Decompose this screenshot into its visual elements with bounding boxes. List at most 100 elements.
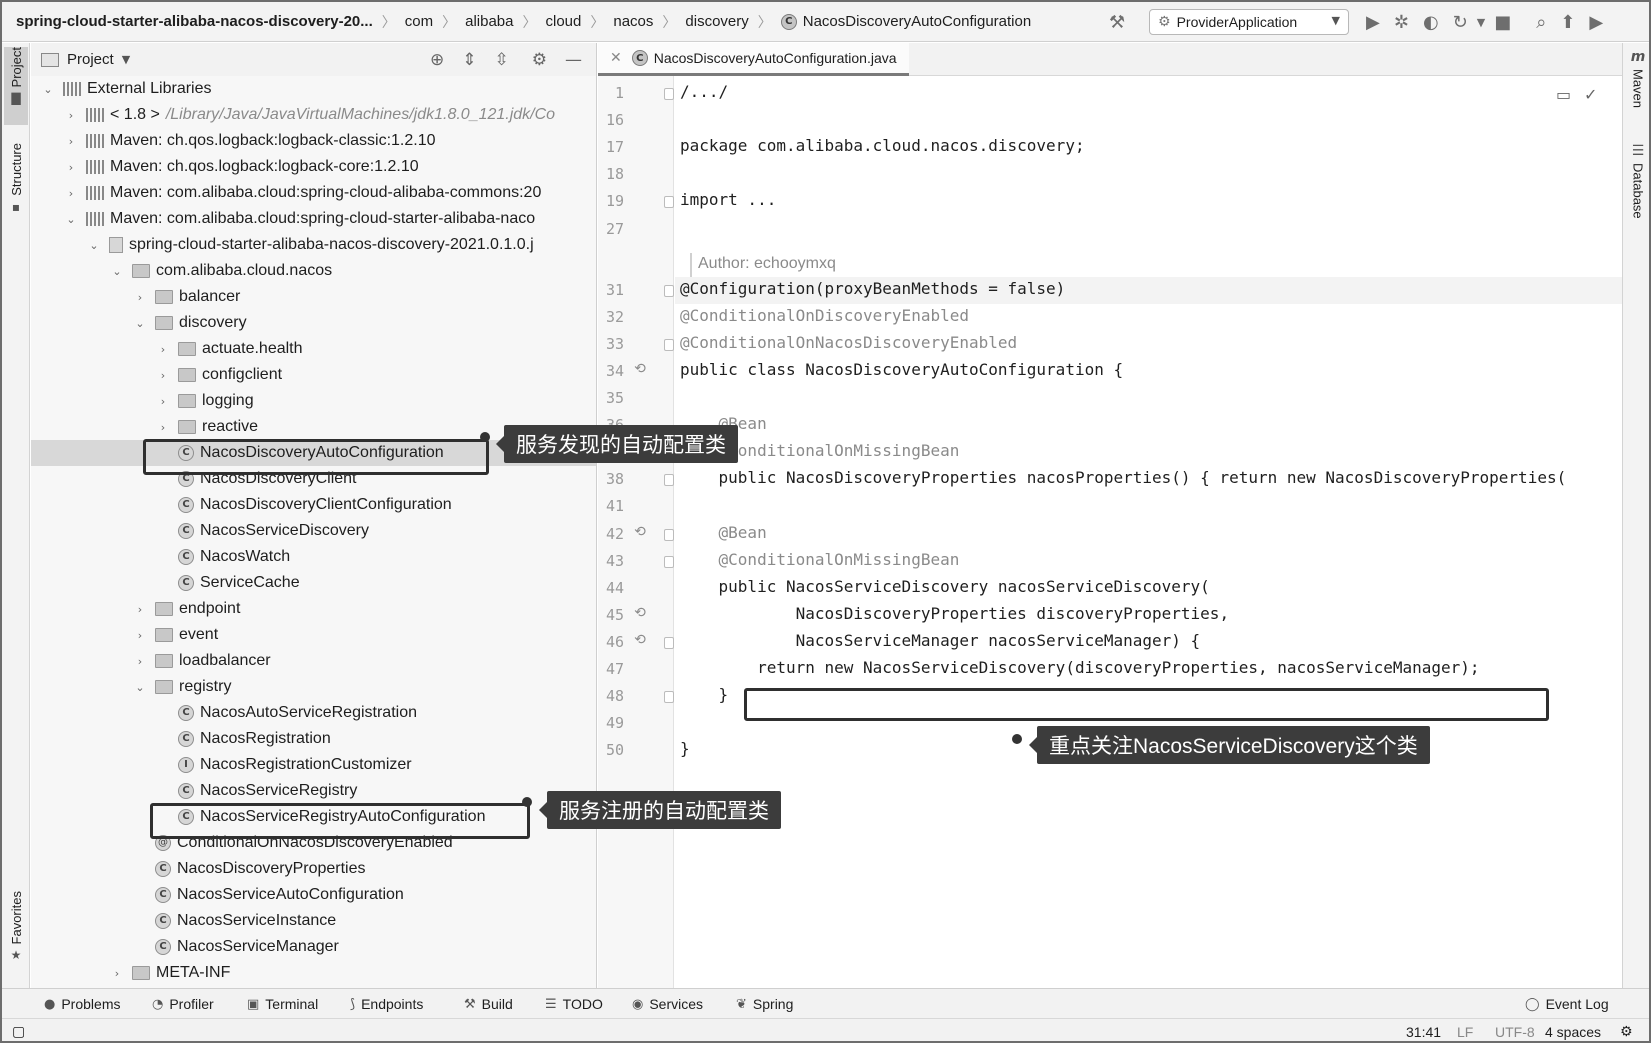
tree-item[interactable]: ›CNacosWatch — [31, 544, 596, 570]
layout-icon[interactable]: ▢ — [12, 1019, 25, 1041]
tree-item[interactable]: ⌄ com.alibaba.cloud.nacos — [31, 258, 596, 284]
code-line[interactable]: NacosServiceManager nacosServiceManager)… — [680, 631, 1201, 650]
run-configuration-select[interactable]: ⚙ ProviderApplication ▼ — [1149, 9, 1349, 35]
close-icon[interactable]: ✕ — [610, 50, 622, 66]
indent-setting[interactable]: 4 spaces — [1545, 1019, 1601, 1041]
tool-build[interactable]: ⚒ Build — [464, 989, 513, 1019]
chevron-right-icon[interactable]: › — [64, 135, 78, 148]
tree-item[interactable]: ›CNacosRegistration — [31, 726, 596, 752]
bean-gutter-icon[interactable]: ⟲ — [630, 524, 650, 540]
tree-item[interactable]: › actuate.health — [31, 336, 596, 362]
breadcrumb-item-nacos[interactable]: nacos — [613, 13, 653, 30]
tree-item[interactable]: › META-INF — [31, 960, 596, 986]
minimize-icon[interactable]: — — [565, 50, 582, 70]
breadcrumb-item-cloud[interactable]: cloud — [546, 13, 582, 30]
tree-item[interactable]: ›CNacosServiceDiscovery — [31, 518, 596, 544]
tab-project[interactable]: Project ▇ — [4, 47, 28, 125]
bean-gutter-icon[interactable]: ⟲ — [630, 361, 650, 377]
breadcrumb-item-class[interactable]: NacosDiscoveryAutoConfiguration — [803, 13, 1031, 30]
fold-icon[interactable] — [664, 88, 674, 100]
tool-services[interactable]: ◉ Services — [632, 989, 703, 1019]
breadcrumb-item-alibaba[interactable]: alibaba — [465, 13, 513, 30]
update-icon[interactable]: ⬆ — [1560, 12, 1575, 33]
file-encoding[interactable]: UTF-8 — [1495, 1019, 1535, 1041]
caret-position[interactable]: 31:41 — [1406, 1019, 1441, 1041]
tab-maven[interactable]: m Maven — [1626, 49, 1649, 119]
dropdown-icon[interactable]: ▼ — [1477, 16, 1485, 29]
code-line[interactable]: NacosDiscoveryProperties discoveryProper… — [680, 604, 1229, 623]
code-line[interactable]: import ... — [680, 190, 776, 209]
tab-editor-file[interactable]: ✕ C NacosDiscoveryAutoConfiguration.java — [598, 43, 909, 76]
fold-icon[interactable] — [664, 636, 674, 649]
tree-item[interactable]: ›CServiceCache — [31, 570, 596, 596]
code-line[interactable]: public class NacosDiscoveryAutoConfigura… — [680, 360, 1123, 379]
chevron-down-icon[interactable]: ⌄ — [87, 239, 101, 252]
chevron-right-icon[interactable]: › — [156, 369, 170, 382]
stop-icon[interactable]: ■ — [1494, 12, 1511, 33]
chevron-down-icon[interactable]: ⌄ — [41, 83, 55, 96]
chevron-right-icon[interactable]: › — [156, 395, 170, 408]
tree-item[interactable]: ›CNacosServiceManager — [31, 934, 596, 960]
code-line[interactable]: } — [680, 739, 690, 758]
tab-database[interactable]: ☰ Database — [1626, 143, 1649, 233]
locate-icon[interactable]: ⊕ — [430, 50, 444, 70]
tree-item[interactable]: ›CNacosServiceRegistry — [31, 778, 596, 804]
chevron-down-icon[interactable]: ▼ — [122, 53, 130, 66]
play-icon[interactable]: ▶ — [1589, 12, 1603, 33]
tree-item[interactable]: ⌄ Maven: com.alibaba.cloud:spring-cloud-s… — [31, 206, 596, 232]
code-line[interactable]: /.../ — [680, 82, 728, 101]
chevron-down-icon[interactable]: ⌄ — [64, 213, 78, 226]
fold-icon[interactable] — [664, 284, 674, 297]
breadcrumb-item-com[interactable]: com — [405, 13, 433, 30]
notifications-icon[interactable]: ⚙ — [1620, 1019, 1633, 1041]
code-line[interactable]: } — [680, 685, 729, 704]
tool-event-log[interactable]: ◯ Event Log — [1525, 989, 1609, 1019]
bean-gutter-icon[interactable]: ⟲ — [630, 632, 650, 648]
code-line[interactable]: @ConditionalOnDiscoveryEnabled — [680, 306, 969, 325]
expand-all-icon[interactable]: ⇕ — [462, 50, 476, 70]
bean-gutter-icon[interactable]: ⟲ — [630, 605, 650, 621]
fold-icon[interactable] — [664, 555, 674, 568]
run-icon[interactable]: ▶ — [1366, 12, 1380, 33]
code-area[interactable]: 1 /.../ 16 17 package com.alibaba.cloud.naco… — [598, 76, 1622, 988]
tree-item[interactable]: › Maven: com.alibaba.cloud:spring-cloud-a… — [31, 180, 596, 206]
tool-todo[interactable]: ☰ TODO — [545, 989, 603, 1019]
code-line[interactable]: @Configuration(proxyBeanMethods = false) — [680, 279, 1065, 298]
chevron-right-icon[interactable]: › — [156, 421, 170, 434]
tree-item[interactable]: ›CNacosServiceInstance — [31, 908, 596, 934]
code-line[interactable]: public NacosServiceDiscovery nacosServic… — [680, 577, 1210, 596]
chevron-right-icon[interactable]: › — [133, 603, 147, 616]
tree-item[interactable]: › event — [31, 622, 596, 648]
code-line-return-statement[interactable]: return new NacosServiceDiscovery(discove… — [680, 658, 1479, 677]
tree-item[interactable]: ⌄ spring-cloud-starter-alibaba-nacos-disc… — [31, 232, 596, 258]
tree-item[interactable]: › configclient — [31, 362, 596, 388]
reader-mode-icon[interactable]: ▭ — [1556, 85, 1571, 104]
chevron-right-icon[interactable]: › — [110, 967, 124, 980]
coverage-icon[interactable]: ◐ — [1423, 12, 1439, 33]
chevron-right-icon[interactable]: › — [133, 655, 147, 668]
chevron-right-icon[interactable]: › — [133, 629, 147, 642]
tool-profiler[interactable]: ◔ Profiler — [152, 989, 214, 1019]
tree-item[interactable]: › < 1.8 > /Library/Java/JavaVirtualMachine… — [31, 102, 596, 128]
tool-terminal[interactable]: ▣ Terminal — [247, 989, 318, 1019]
code-line[interactable]: @ConditionalOnNacosDiscoveryEnabled — [680, 333, 1017, 352]
breadcrumb-root[interactable]: spring-cloud-starter-alibaba-nacos-disco… — [2, 13, 373, 30]
gear-icon[interactable]: ⚙ — [532, 50, 547, 70]
tree-item[interactable]: › logging — [31, 388, 596, 414]
search-icon[interactable]: ⌕ — [1536, 12, 1546, 33]
tree-item[interactable]: ›INacosRegistrationCustomizer — [31, 752, 596, 778]
chevron-down-icon[interactable]: ⌄ — [110, 265, 124, 278]
chevron-right-icon[interactable]: › — [64, 109, 78, 122]
fold-icon[interactable] — [664, 691, 674, 704]
tree-item[interactable]: ⌄ registry — [31, 674, 596, 700]
tree-item[interactable]: ›CNacosDiscoveryClientConfiguration — [31, 492, 596, 518]
tree-item[interactable]: ›CNacosDiscoveryProperties — [31, 856, 596, 882]
tool-spring[interactable]: ❦ Spring — [736, 989, 793, 1019]
tab-structure[interactable]: Structure ▪ — [4, 143, 28, 233]
fold-icon[interactable] — [664, 196, 674, 209]
tool-endpoints[interactable]: ⟆ Endpoints — [350, 989, 423, 1019]
chevron-down-icon[interactable]: ⌄ — [133, 317, 147, 330]
chevron-right-icon[interactable]: › — [156, 343, 170, 356]
code-line[interactable]: @Bean — [680, 523, 767, 542]
code-line[interactable]: public NacosDiscoveryProperties nacosPro… — [680, 468, 1567, 487]
